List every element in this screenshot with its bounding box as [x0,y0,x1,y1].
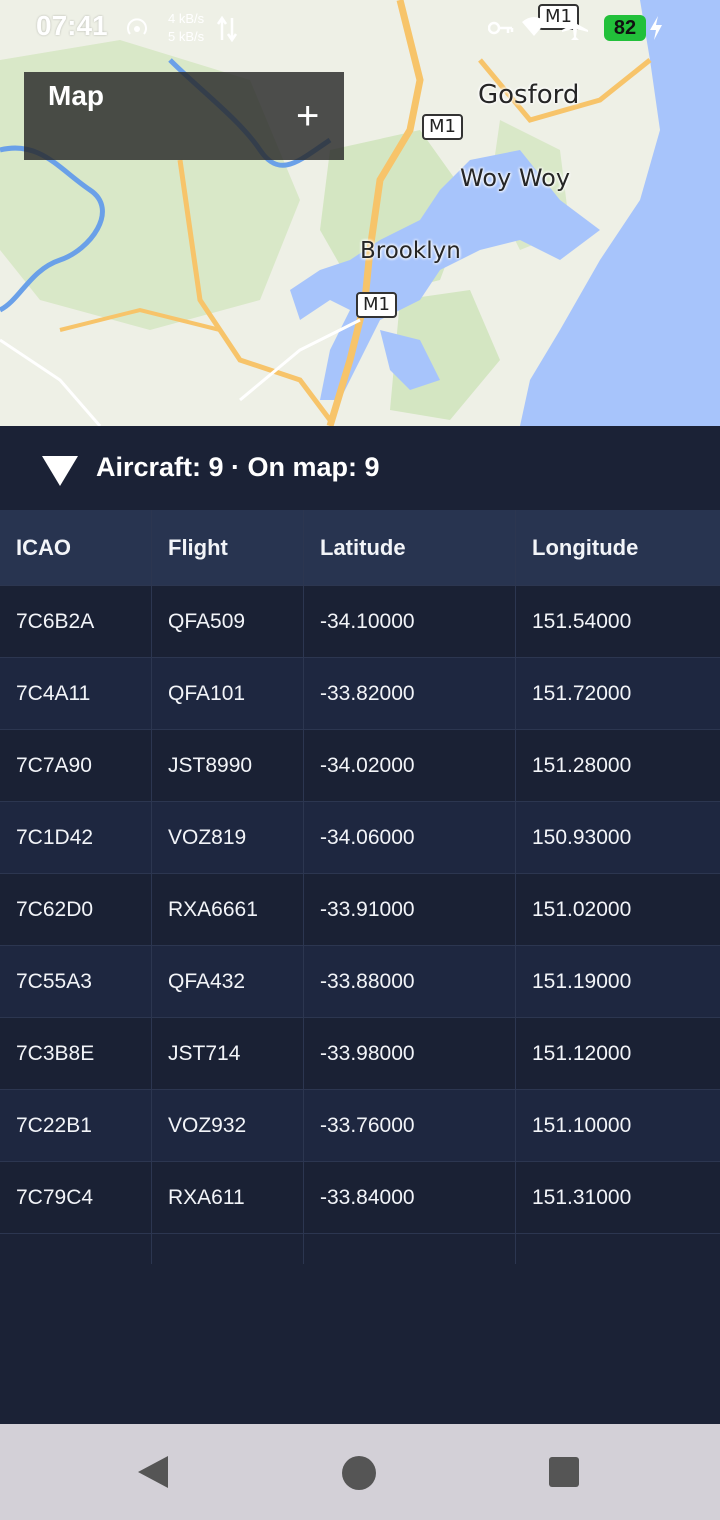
aircraft-summary: Aircraft: 9 · On map: 9 [96,452,380,482]
download-speed: 5 kB/s [168,29,205,44]
cell-latitude: -33.84000 [304,1162,516,1233]
cell-longitude: 150.93000 [532,825,632,849]
map-card-title: Map [48,80,104,111]
cell-flight: QFA101 [152,658,304,729]
table-row[interactable]: 7C22B1 VOZ932 -33.76000 151.10000 [0,1090,720,1162]
data-arrows-icon [216,15,238,43]
key-icon [488,21,514,35]
cell-longitude: 151.72000 [532,681,632,705]
cell-latitude: -33.82000 [304,658,516,729]
table-row[interactable]: 7C1D42 VOZ819 -34.06000 150.93000 [0,802,720,874]
panel-header[interactable]: Aircraft: 9 · On map: 9 [0,426,720,510]
aircraft-panel: Aircraft: 9 · On map: 9 ICAO Flight Lati… [0,426,720,1424]
cell-longitude: 151.31000 [532,1185,632,1209]
cell-longitude: 151.28000 [532,753,632,777]
cell-icao: 7C55A3 [0,946,152,1017]
cell-longitude: 151.10000 [532,1113,632,1137]
column-header-longitude[interactable]: Longitude [516,510,720,585]
cell-icao: 7C62D0 [0,874,152,945]
table-spacer-row [0,1234,720,1264]
battery-level: 82 [604,15,646,41]
table-row[interactable]: 7C6B2A QFA509 -34.10000 151.54000 [0,586,720,658]
place-label-woy-woy: Woy Woy [460,164,571,192]
cell-latitude: -33.98000 [304,1018,516,1089]
navigation-bar [0,1424,720,1520]
road-shield: M1 [422,114,463,140]
network-speed: 4 kB/s 5 kB/s [168,10,204,46]
cell-flight: RXA611 [152,1162,304,1233]
cell-latitude: -34.10000 [304,586,516,657]
cell-icao: 7C6B2A [0,586,152,657]
cell-icao: 7C22B1 [0,1090,152,1161]
map-card: Map + [24,72,344,160]
spacer-cell [304,1234,516,1264]
airplane-icon [562,14,588,40]
road-shield: M1 [356,292,397,318]
column-header-flight[interactable]: Flight [152,510,304,585]
home-icon[interactable] [342,1456,376,1490]
cell-icao: 7C3B8E [0,1018,152,1089]
table-row[interactable]: 7C55A3 QFA432 -33.88000 151.19000 [0,946,720,1018]
table-row[interactable]: 7C3B8E JST714 -33.98000 151.12000 [0,1018,720,1090]
cell-flight: QFA509 [152,586,304,657]
spacer-cell [0,1234,152,1264]
cell-flight: JST8990 [152,730,304,801]
cell-latitude: -34.02000 [304,730,516,801]
upload-speed: 4 kB/s [168,11,205,26]
cell-latitude: -34.06000 [304,802,516,873]
column-header-icao[interactable]: ICAO [0,510,152,585]
cell-latitude: -33.88000 [304,946,516,1017]
cell-icao: 7C7A90 [0,730,152,801]
cell-flight: VOZ819 [152,802,304,873]
add-button[interactable]: + [296,96,344,144]
cell-icao: 7C4A11 [0,658,152,729]
cell-longitude: 151.12000 [532,1041,632,1065]
cell-longitude: 151.54000 [532,609,632,633]
back-icon[interactable] [138,1456,168,1488]
wifi-icon [522,17,546,36]
cell-flight: JST714 [152,1018,304,1089]
table-row[interactable]: 7C7A90 JST8990 -34.02000 151.28000 [0,730,720,802]
cell-flight: VOZ932 [152,1090,304,1161]
map-view[interactable]: Gosford Woy Woy Brooklyn M1 M1 M1 [0,0,720,426]
cell-longitude: 151.02000 [532,897,632,921]
table-row[interactable]: 7C4A11 QFA101 -33.82000 151.72000 [0,658,720,730]
cell-latitude: -33.91000 [304,874,516,945]
status-time: 07:41 [36,10,108,41]
recents-icon[interactable] [549,1457,579,1487]
status-bar: 07:41 4 kB/s 5 kB/s 82 [0,0,720,56]
table-row[interactable]: 7C79C4 RXA611 -33.84000 151.31000 [0,1162,720,1234]
hotspot-icon [127,18,147,35]
map-tiles [0,0,720,426]
spacer-cell [152,1234,304,1264]
cell-icao: 7C79C4 [0,1162,152,1233]
cell-icao: 7C1D42 [0,802,152,873]
cell-flight: QFA432 [152,946,304,1017]
column-header-latitude[interactable]: Latitude [304,510,516,585]
cell-latitude: -33.76000 [304,1090,516,1161]
table-header-row: ICAO Flight Latitude Longitude [0,510,720,586]
cell-longitude: 151.19000 [532,969,632,993]
place-label-gosford: Gosford [478,80,580,110]
cell-flight: RXA6661 [152,874,304,945]
screen: Gosford Woy Woy Brooklyn M1 M1 M1 07:41 … [0,0,720,1520]
place-label-brooklyn: Brooklyn [360,238,461,264]
aircraft-table: ICAO Flight Latitude Longitude 7C6B2A QFA… [0,510,720,1264]
table-row[interactable]: 7C62D0 RXA6661 -33.91000 151.02000 [0,874,720,946]
table-body: 7C6B2A QFA509 -34.10000 151.54000 7C4A11 QFA1… [0,586,720,1234]
collapse-triangle-icon[interactable] [42,456,78,486]
charging-icon [650,16,662,40]
